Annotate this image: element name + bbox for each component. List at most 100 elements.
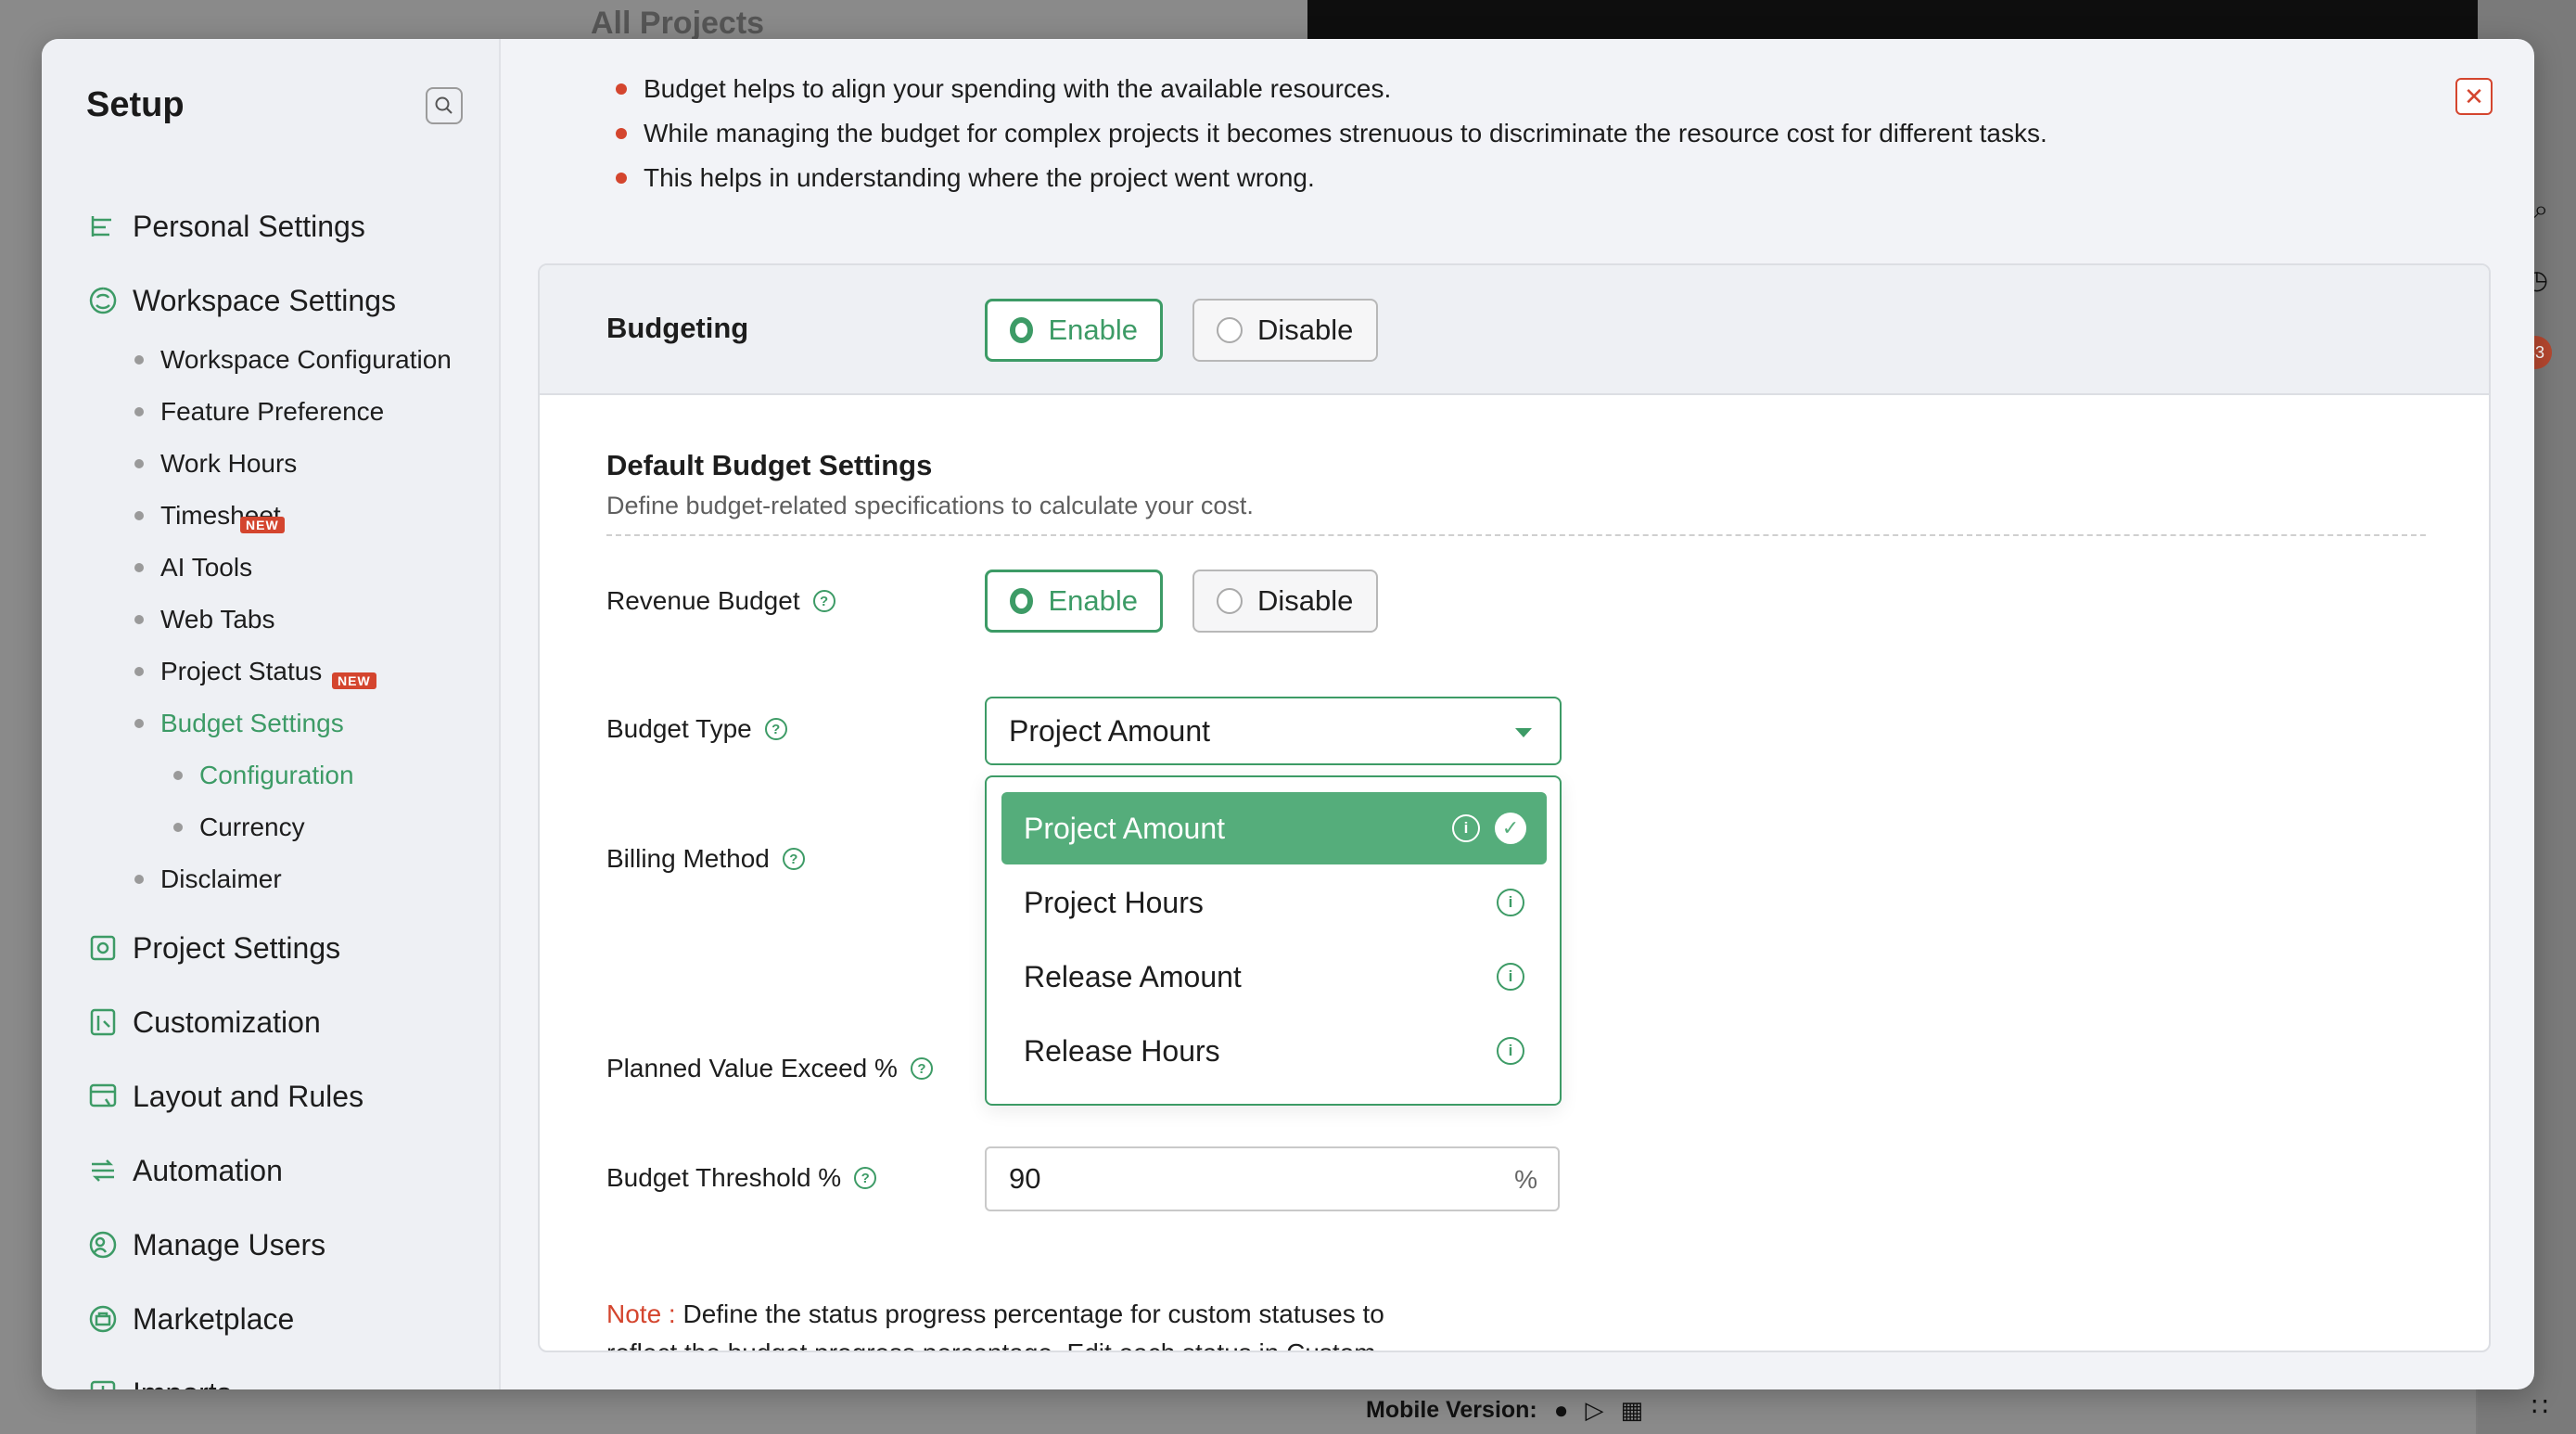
mobile-version-label: Mobile Version: xyxy=(1366,1397,1537,1423)
help-icon[interactable]: ? xyxy=(854,1167,877,1189)
sidebar-item-automation[interactable]: Automation xyxy=(86,1147,283,1194)
default-budget-title: Default Budget Settings xyxy=(606,449,933,481)
dropdown-option-project-amount[interactable]: Project Amount i ✓ xyxy=(1001,792,1547,864)
sidebar-sub-budget-settings[interactable]: Budget Settings xyxy=(134,705,344,742)
sidebar-sub-disclaimer[interactable]: Disclaimer xyxy=(134,861,282,898)
help-icon[interactable]: ? xyxy=(782,848,805,870)
dropdown-option-project-hours[interactable]: Project Hours i xyxy=(1001,866,1547,939)
sliders-icon xyxy=(86,210,120,243)
sidebar-item-manage-users[interactable]: Manage Users xyxy=(86,1222,325,1268)
help-icon[interactable]: ? xyxy=(910,1057,933,1080)
revenue-disable-radio[interactable]: Disable xyxy=(1192,570,1378,633)
revenue-enable-radio[interactable]: Enable xyxy=(985,570,1163,633)
sidebar-item-customization[interactable]: Customization xyxy=(86,999,321,1045)
info-bullet: Budget helps to align your spending with… xyxy=(616,67,2047,111)
import-icon xyxy=(86,1376,120,1389)
info-bullets: Budget helps to align your spending with… xyxy=(616,67,2047,200)
check-icon: ✓ xyxy=(1495,813,1526,844)
workspace-icon xyxy=(86,284,120,317)
marketplace-icon xyxy=(86,1302,120,1336)
caret-down-icon xyxy=(1515,728,1532,737)
sidebar-item-personal-settings[interactable]: Personal Settings xyxy=(86,203,365,250)
budget-type-select[interactable]: Project Amount xyxy=(985,697,1562,765)
info-icon[interactable]: i xyxy=(1497,1037,1524,1065)
background-dark-bar xyxy=(1307,0,2485,41)
default-budget-description: Define budget-related specifications to … xyxy=(606,492,1254,519)
info-icon[interactable]: i xyxy=(1452,814,1480,842)
background-page-title: All Projects xyxy=(591,6,765,41)
revenue-budget-label: Revenue Budget ? xyxy=(606,586,835,616)
setup-modal: Setup Personal Settings Workspace Settin… xyxy=(42,39,2534,1389)
sidebar-item-label: Automation xyxy=(133,1153,283,1187)
sidebar-item-label: Layout and Rules xyxy=(133,1079,364,1113)
info-bullet: While managing the budget for complex pr… xyxy=(616,111,2047,156)
new-badge: NEW xyxy=(240,517,285,533)
dropdown-option-release-hours[interactable]: Release Hours i xyxy=(1001,1015,1547,1087)
sidebar-subsub-currency[interactable]: Currency xyxy=(173,809,305,846)
sidebar-sub-feature-preference[interactable]: Feature Preference xyxy=(134,393,384,430)
info-bullet: This helps in understanding where the pr… xyxy=(616,156,2047,200)
sidebar-sub-ai-tools[interactable]: AI Tools xyxy=(134,549,252,586)
budget-note: Note : Define the status progress percen… xyxy=(606,1295,1404,1351)
sidebar-item-label: Manage Users xyxy=(133,1227,326,1261)
info-icon[interactable]: i xyxy=(1497,963,1524,991)
sidebar-sub-project-status[interactable]: Project Status xyxy=(134,653,322,690)
close-icon: ✕ xyxy=(2464,82,2484,110)
radio-unchecked-icon xyxy=(1217,317,1243,343)
help-icon[interactable]: ? xyxy=(812,590,835,612)
mobile-version-bar: Mobile Version: ● ▷ ▦ xyxy=(1366,1396,1643,1425)
info-icon[interactable]: i xyxy=(1497,889,1524,916)
help-icon[interactable]: ? xyxy=(764,718,787,740)
sidebar-item-label: Project Settings xyxy=(133,930,341,965)
sidebar-item-project-settings[interactable]: Project Settings xyxy=(86,925,340,971)
radio-checked-icon xyxy=(1010,317,1034,343)
budgeting-disable-radio[interactable]: Disable xyxy=(1192,299,1378,362)
close-button[interactable]: ✕ xyxy=(2455,78,2493,115)
apple-icon[interactable]: ● xyxy=(1554,1396,1569,1425)
sidebar-item-label: Workspace Settings xyxy=(133,283,396,317)
users-icon xyxy=(86,1228,120,1261)
layout-icon xyxy=(86,1080,120,1113)
radio-checked-icon xyxy=(1010,588,1034,614)
sidebar-item-label: Marketplace xyxy=(133,1301,295,1336)
sidebar-item-layout-and-rules[interactable]: Layout and Rules xyxy=(86,1073,363,1120)
sidebar-item-imports[interactable]: Imports xyxy=(86,1370,232,1389)
sidebar-search-button[interactable] xyxy=(426,87,463,124)
automation-icon xyxy=(86,1154,120,1187)
radio-unchecked-icon xyxy=(1217,588,1243,614)
note-prefix: Note : xyxy=(606,1300,676,1328)
search-icon: ⌕ xyxy=(2533,195,2548,224)
sidebar-subsub-configuration[interactable]: Configuration xyxy=(173,757,354,794)
settings-content: Budget helps to align your spending with… xyxy=(503,39,2534,1389)
sidebar-sub-work-hours[interactable]: Work Hours xyxy=(134,445,297,482)
budget-settings-card: Budgeting Enable Disable Default Budget … xyxy=(538,263,2491,1352)
search-icon xyxy=(435,96,453,114)
new-badge: NEW xyxy=(332,672,376,689)
note-text: Define the status progress percentage fo… xyxy=(606,1300,1384,1351)
setup-sidebar: Setup Personal Settings Workspace Settin… xyxy=(42,39,501,1389)
sidebar-sub-web-tabs[interactable]: Web Tabs xyxy=(134,601,274,638)
percent-suffix: % xyxy=(1514,1165,1537,1194)
sidebar-title: Setup xyxy=(86,85,185,124)
sidebar-item-marketplace[interactable]: Marketplace xyxy=(86,1296,294,1342)
budgeting-header: Budgeting Enable Disable xyxy=(540,265,2489,395)
budget-threshold-input[interactable]: 90 % xyxy=(985,1146,1560,1211)
budget-type-label: Budget Type ? xyxy=(606,714,787,744)
qr-code-icon[interactable]: ▦ xyxy=(1620,1396,1643,1425)
budget-type-dropdown: Project Amount i ✓ Project Hours i Relea… xyxy=(985,775,1562,1106)
section-divider xyxy=(606,534,2426,536)
project-icon xyxy=(86,931,120,965)
planned-value-label: Planned Value Exceed % ? xyxy=(606,1054,933,1083)
apps-grid-icon: ∷ xyxy=(2531,1392,2548,1421)
budgeting-enable-radio[interactable]: Enable xyxy=(985,299,1163,362)
sidebar-item-workspace-settings[interactable]: Workspace Settings xyxy=(86,277,396,324)
sidebar-item-label: Customization xyxy=(133,1005,321,1039)
play-store-icon[interactable]: ▷ xyxy=(1585,1396,1603,1425)
budget-threshold-label: Budget Threshold % ? xyxy=(606,1163,877,1193)
sidebar-sub-workspace-configuration[interactable]: Workspace Configuration xyxy=(134,341,452,378)
customization-icon xyxy=(86,1005,120,1039)
sidebar-item-label: Imports xyxy=(133,1376,232,1390)
billing-method-label: Billing Method ? xyxy=(606,844,805,874)
sidebar-item-label: Personal Settings xyxy=(133,209,365,243)
dropdown-option-release-amount[interactable]: Release Amount i xyxy=(1001,941,1547,1013)
